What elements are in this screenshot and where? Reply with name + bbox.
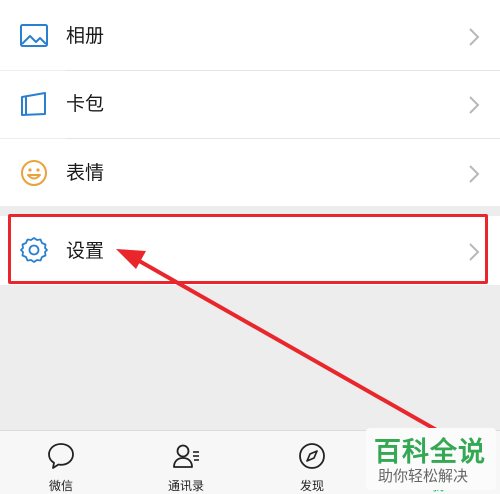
card-wallet-icon [17,87,51,121]
chevron-right-icon [468,27,480,47]
contacts-icon [171,441,201,471]
watermark: 百科全说 助你轻松解决 [366,428,496,490]
sticker-smile-icon [17,156,51,190]
tab-label: 微信 [48,479,73,493]
tab-label: 通讯录 [167,479,204,493]
menu-item-label: 设置 [66,240,105,262]
watermark-subtitle: 助你轻松解决 [378,467,469,485]
chevron-right-icon [468,95,480,115]
tab-label: 发现 [299,479,324,493]
menu-item-album[interactable]: 相册 [0,0,500,70]
menu-item-label: 表情 [66,162,105,184]
menu-item-stickers[interactable]: 表情 [0,139,500,206]
compass-icon [297,441,327,471]
album-icon [17,19,51,53]
menu-item-cards[interactable]: 卡包 [0,71,500,138]
menu-item-label: 相册 [66,25,105,47]
chevron-right-icon [468,242,480,262]
settings-gear-icon [17,233,51,267]
tab-discover[interactable]: 发现 [267,431,357,494]
watermark-title: 百科全说 [374,437,486,468]
menu-item-settings[interactable]: 设置 [0,216,500,285]
tab-contacts[interactable]: 通讯录 [141,431,231,494]
tab-chats[interactable]: 微信 [16,431,106,494]
menu-item-label: 卡包 [66,93,105,115]
chat-bubble-icon [46,441,76,471]
chevron-right-icon [468,164,480,184]
